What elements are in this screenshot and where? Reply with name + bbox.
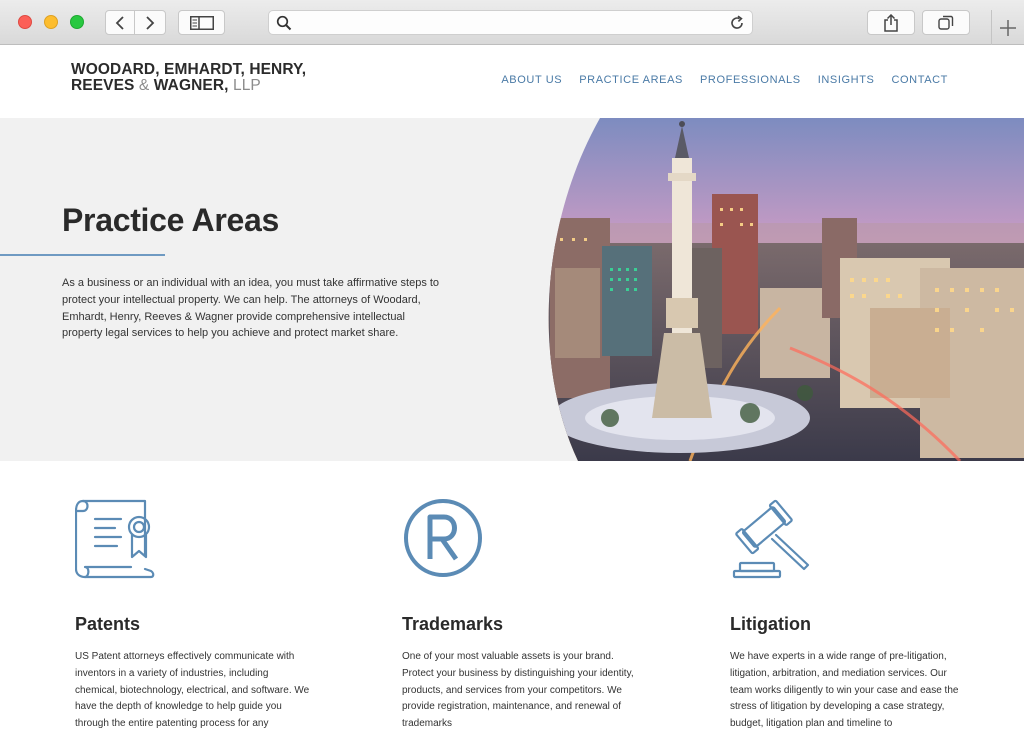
address-input[interactable]: [299, 13, 719, 32]
card-description: One of your most valuable assets is your…: [402, 651, 634, 730]
practice-card-patents[interactable]: Patents US Patent attorneys effectively …: [74, 497, 335, 733]
new-tab-button[interactable]: [991, 10, 1024, 45]
forward-button[interactable]: [135, 10, 166, 35]
logo-wagner: WAGNER,: [153, 77, 229, 94]
card-title[interactable]: Patents: [75, 614, 335, 635]
search-icon: [276, 15, 292, 31]
forward-icon: [146, 15, 155, 30]
zoom-window-button[interactable]: [70, 15, 84, 29]
nav-practice-areas[interactable]: PRACTICE AREAS: [579, 74, 683, 86]
show-tabs-button[interactable]: [922, 10, 970, 35]
back-icon: [115, 15, 124, 30]
back-button[interactable]: [105, 10, 135, 35]
logo-ampersand: &: [138, 77, 150, 94]
sidebar-button[interactable]: [178, 10, 225, 35]
site-header: WOODARD, EMHARDT, HENRY, REEVES & WAGNER…: [0, 46, 1024, 118]
share-button[interactable]: [867, 10, 915, 35]
gavel-icon: [732, 499, 810, 579]
plus-icon: [1000, 19, 1016, 36]
share-icon: [884, 13, 898, 32]
city-skyline-image: [548, 118, 1024, 461]
nav-insights[interactable]: INSIGHTS: [818, 74, 875, 86]
certificate-scroll-icon: [74, 499, 155, 579]
logo-reeves: REEVES: [71, 77, 135, 94]
minimize-window-button[interactable]: [44, 15, 58, 29]
page-title: Practice Areas: [62, 202, 279, 238]
card-description: We have experts in a wide range of pre-l…: [730, 651, 959, 730]
close-window-button[interactable]: [18, 15, 32, 29]
hero-section: Practice Areas As a business or an indiv…: [0, 118, 1024, 461]
logo-line-2: REEVES & WAGNER, LLP: [71, 78, 306, 94]
nav-about-us[interactable]: ABOUT US: [501, 74, 562, 86]
firm-logo[interactable]: WOODARD, EMHARDT, HENRY, REEVES & WAGNER…: [71, 62, 306, 94]
card-title[interactable]: Trademarks: [402, 614, 662, 635]
logo-llp: LLP: [232, 77, 261, 94]
hero-description: As a business or an individual with an i…: [62, 277, 440, 340]
main-nav: ABOUT US PRACTICE AREAS PROFESSIONALS IN…: [501, 74, 948, 86]
nav-contact[interactable]: CONTACT: [891, 74, 948, 86]
practice-card-trademarks[interactable]: Trademarks One of your most valuable ass…: [402, 497, 662, 733]
sidebar-icon: [189, 15, 214, 30]
card-description: US Patent attorneys effectively communic…: [75, 651, 310, 730]
address-bar[interactable]: [268, 10, 753, 35]
card-title[interactable]: Litigation: [730, 614, 990, 635]
browser-toolbar: [0, 0, 1024, 45]
practice-card-litigation[interactable]: Litigation We have experts in a wide ran…: [730, 497, 990, 733]
logo-line-1: WOODARD, EMHARDT, HENRY,: [71, 61, 307, 78]
reload-icon[interactable]: [728, 14, 746, 32]
tabs-icon: [938, 15, 954, 30]
registered-trademark-icon: [404, 499, 482, 577]
title-underline: [0, 254, 165, 256]
nav-professionals[interactable]: PROFESSIONALS: [700, 74, 801, 86]
